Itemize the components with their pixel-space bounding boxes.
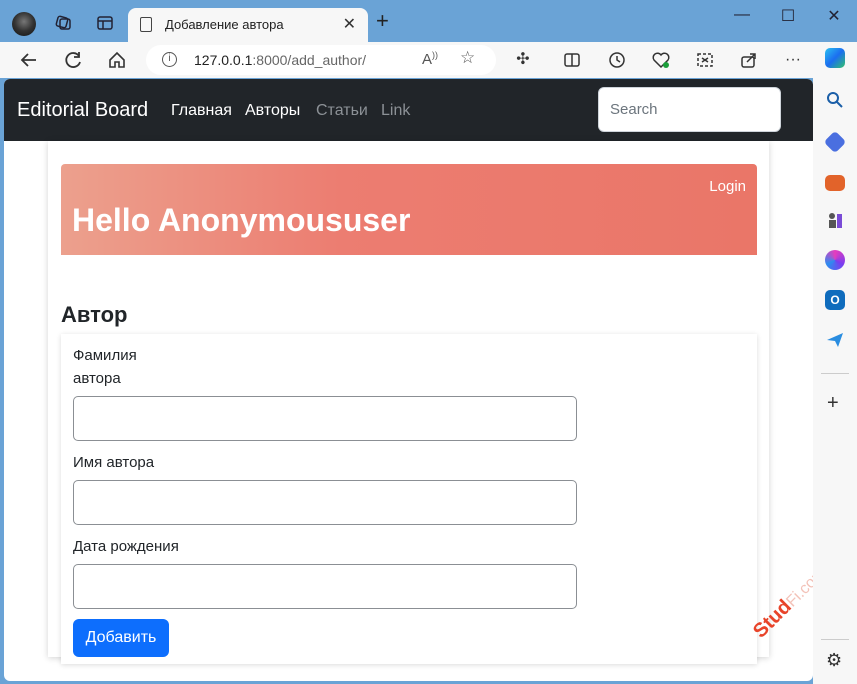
birth-date-input[interactable] (74, 565, 576, 608)
back-icon[interactable] (18, 49, 40, 71)
browser-titlebar: Добавление автора ✕ + — ☐ ✕ (0, 0, 857, 42)
maximize-button[interactable]: ☐ (778, 6, 798, 26)
favorite-star-icon[interactable]: ☆ (460, 48, 475, 68)
url-text[interactable]: 127.0.0.1:8000/add_author/ (194, 52, 366, 68)
minimize-button[interactable]: — (732, 6, 752, 24)
outlook-icon[interactable]: O (825, 290, 845, 310)
site-info-icon[interactable]: i (162, 52, 177, 67)
browser-toolbar: i 127.0.0.1:8000/add_author/ A)) ☆ ✣ ··· (0, 42, 857, 78)
close-window-button[interactable]: ✕ (824, 6, 844, 26)
refresh-icon[interactable] (62, 49, 84, 71)
nav-home-link[interactable]: Главная (171, 102, 232, 120)
edge-sidebar: O + ⚙ (813, 42, 857, 684)
screenshot-icon[interactable] (694, 49, 716, 71)
extensions-icon[interactable]: ✣ (512, 49, 534, 71)
hero-banner: Login Hello Anonymoususer (61, 164, 757, 255)
games-chess-icon[interactable] (825, 210, 845, 230)
site-brand[interactable]: Editorial Board (17, 99, 148, 122)
tab-add-author[interactable]: Добавление автора ✕ (128, 8, 368, 42)
birth-date-field[interactable] (73, 564, 577, 609)
author-form-card: Фамилия автора Имя автора Дата рождения … (61, 334, 757, 664)
document-icon (140, 17, 152, 32)
last-name-label: Фамилия автора (73, 347, 137, 387)
search-icon[interactable] (825, 90, 845, 110)
home-icon[interactable] (106, 49, 128, 71)
close-tab-icon[interactable]: ✕ (343, 14, 356, 34)
nav-articles-link[interactable]: Статьи (316, 102, 368, 120)
login-link[interactable]: Login (709, 178, 746, 195)
hero-greeting: Hello Anonymoususer (72, 202, 411, 238)
birth-date-label: Дата рождения (73, 538, 179, 555)
new-tab-button[interactable]: + (376, 10, 389, 32)
add-sidebar-app-icon[interactable]: + (827, 392, 839, 415)
nav-authors-link[interactable]: Авторы (245, 102, 300, 120)
first-name-field[interactable] (73, 480, 577, 525)
profile-avatar[interactable] (12, 12, 36, 36)
share-icon[interactable] (738, 49, 760, 71)
search-box[interactable] (598, 87, 781, 132)
browser-essentials-icon[interactable] (650, 49, 672, 71)
send-drop-icon[interactable] (825, 330, 845, 350)
author-section-title: Автор (61, 302, 128, 327)
tools-briefcase-icon[interactable] (825, 175, 845, 191)
split-screen-icon[interactable] (561, 49, 583, 71)
sidebar-divider (821, 639, 849, 640)
first-name-label: Имя автора (73, 454, 155, 471)
last-name-field[interactable] (73, 396, 577, 441)
more-options-icon[interactable]: ··· (782, 49, 804, 71)
page-viewport: Editorial Board Главная Авторы Статьи Li… (4, 79, 813, 681)
search-input[interactable] (599, 88, 780, 131)
tab-actions-icon[interactable] (96, 14, 114, 32)
shopping-tag-icon[interactable] (823, 130, 847, 154)
add-author-button[interactable]: Добавить (73, 619, 169, 657)
first-name-input[interactable] (74, 481, 576, 524)
last-name-input[interactable] (74, 397, 576, 440)
address-bar[interactable]: i 127.0.0.1:8000/add_author/ A)) ☆ (146, 45, 496, 75)
microsoft-365-icon[interactable] (825, 250, 845, 270)
tab-title: Добавление автора (165, 17, 284, 32)
sidebar-divider (821, 373, 849, 374)
sidebar-settings-gear-icon[interactable]: ⚙ (826, 650, 842, 671)
copilot-icon[interactable] (825, 48, 845, 68)
workspaces-icon[interactable] (54, 14, 72, 32)
main-container: Login Hello Anonymoususer Автор Фамилия … (48, 141, 769, 664)
nav-link-link[interactable]: Link (381, 102, 410, 120)
read-aloud-icon[interactable]: A)) (422, 50, 438, 68)
history-icon[interactable] (606, 49, 628, 71)
site-navbar: Editorial Board Главная Авторы Статьи Li… (4, 79, 813, 141)
